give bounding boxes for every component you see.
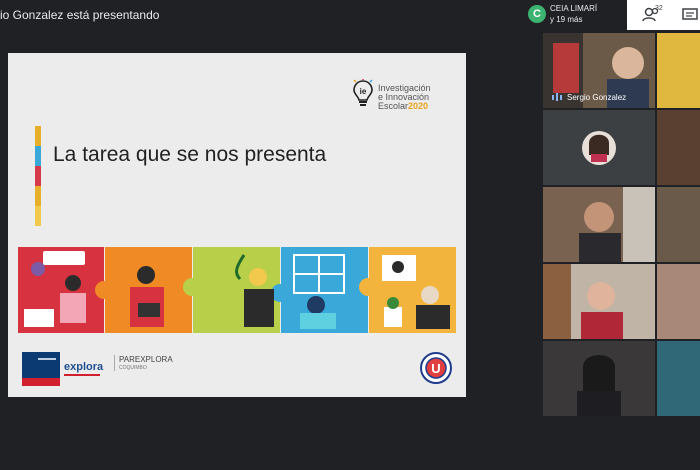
logo-year: 2020	[408, 101, 429, 111]
puzzle-illustration	[18, 247, 456, 333]
participant-tile[interactable]	[657, 264, 700, 339]
university-seal-icon: U	[420, 352, 452, 384]
shared-slide: ie Investigación e Innovación Escolar202…	[8, 53, 466, 397]
participant-tile[interactable]	[657, 187, 700, 262]
participant-tile[interactable]	[657, 110, 700, 185]
group-more: y 19 más	[550, 15, 583, 24]
group-name: CEIA LIMARÍ	[550, 4, 598, 13]
participant-tile[interactable]	[543, 341, 655, 416]
color-bar-segment	[35, 146, 41, 166]
participant-avatar	[582, 131, 616, 165]
slide-title: La tarea que se nos presenta	[53, 143, 327, 166]
svg-text:U: U	[431, 361, 440, 376]
participant-tile[interactable]	[543, 110, 655, 185]
participant-video	[543, 341, 655, 416]
svg-text:ie: ie	[360, 87, 367, 96]
color-bar-segment	[35, 166, 41, 186]
people-count: 32	[655, 5, 663, 12]
audio-level-icon	[552, 93, 562, 101]
logo-line3: Escolar	[378, 101, 409, 111]
participant-tile[interactable]	[657, 341, 700, 416]
participant-tile[interactable]	[543, 264, 655, 339]
participant-name: Sergio Gonzalez	[567, 93, 627, 102]
investigacion-logo: ie Investigación e Innovación Escolar202…	[352, 75, 452, 115]
footer-logos: explora PAREXPLORA COQUIMBO U	[22, 349, 452, 389]
coquimbo-text: COQUIMBO	[119, 365, 147, 371]
parexplora-text: PAREXPLORA	[119, 355, 173, 364]
presenting-label: io Gonzalez está presentando	[0, 8, 160, 22]
color-bar-segment	[35, 126, 41, 146]
avatar: C	[528, 5, 546, 23]
color-bar	[35, 126, 41, 226]
participant-video	[543, 264, 655, 339]
color-bar-segment	[35, 206, 41, 226]
gobierno-logo	[22, 352, 60, 386]
explora-logo: explora	[64, 361, 104, 373]
participant-tile[interactable]	[657, 33, 700, 108]
participant-tile[interactable]	[543, 187, 655, 262]
participant-video	[543, 187, 655, 262]
parexplora-logo: PAREXPLORA COQUIMBO	[114, 355, 173, 371]
participant-tile-sergio[interactable]: Sergio Gonzalez	[543, 33, 655, 108]
lightbulb-icon: ie	[353, 79, 373, 106]
group-label-tile[interactable]: C CEIA LIMARÍ y 19 más	[520, 0, 624, 30]
chat-icon[interactable]	[680, 5, 700, 25]
color-bar-segment	[35, 186, 41, 206]
